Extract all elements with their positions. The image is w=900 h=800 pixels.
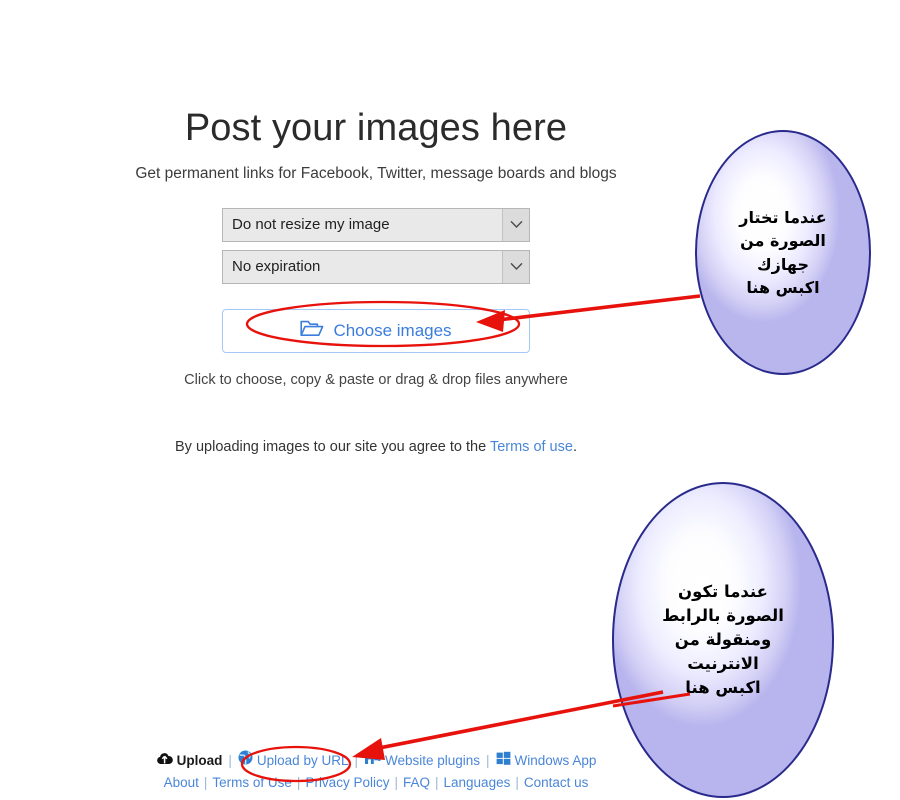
- footer-secondary-row: About | Terms of Use | Privacy Policy | …: [0, 773, 752, 793]
- windows-logo-icon: [496, 751, 511, 771]
- callout-line: عندما تكون: [678, 582, 768, 602]
- annotation-callout-top: عندما تختار الصورة من جهازك اكبس هنا: [695, 130, 871, 375]
- footer-link-about[interactable]: About: [164, 773, 199, 793]
- upload-form: Do not resize my image No expiration Cho…: [0, 207, 752, 455]
- callout-line: عندما تختار: [739, 208, 827, 228]
- chevron-down-icon[interactable]: [502, 250, 529, 283]
- footer-item-upload-by-url[interactable]: Upload by URL: [238, 750, 349, 771]
- page-root: Post your images here Get permanent link…: [0, 0, 900, 800]
- footer-primary-row: Upload | Upload by URL | Website plugins…: [0, 750, 752, 771]
- expiration-select[interactable]: No expiration: [222, 249, 530, 284]
- footer-separator: |: [228, 752, 232, 768]
- page-title: Post your images here: [184, 107, 568, 149]
- footer-separator: |: [394, 775, 398, 790]
- footer-link-privacy-policy[interactable]: Privacy Policy: [305, 773, 389, 793]
- globe-icon: [238, 750, 253, 771]
- callout-line: جهازك: [757, 254, 809, 274]
- footer-windows-app-label: Windows App: [514, 752, 597, 768]
- callout-line: الصورة بالرابط: [662, 606, 784, 626]
- terms-prefix: By uploading images to our site you agre…: [175, 438, 490, 455]
- site-footer: Upload | Upload by URL | Website plugins…: [0, 750, 752, 793]
- footer-link-contact-us[interactable]: Contact us: [524, 773, 589, 793]
- uploader-panel: Post your images here Get permanent link…: [0, 0, 752, 455]
- expiration-select-value: No expiration: [232, 258, 321, 276]
- page-subtitle: Get permanent links for Facebook, Twitte…: [135, 164, 617, 182]
- annotation-callout-bottom-text: عندما تكون الصورة بالرابط ومنقولة من الا…: [654, 580, 792, 700]
- footer-separator: |: [486, 752, 490, 768]
- callout-line: اكبس هنا: [746, 277, 820, 297]
- footer-item-upload[interactable]: Upload: [156, 751, 223, 771]
- cloud-upload-icon: [156, 751, 173, 771]
- callout-line: الصورة من: [740, 231, 826, 251]
- terms-suffix: .: [572, 438, 577, 455]
- annotation-callout-bottom: عندما تكون الصورة بالرابط ومنقولة من الا…: [612, 482, 834, 798]
- folder-open-icon: [300, 319, 324, 343]
- footer-separator: |: [515, 775, 519, 790]
- footer-upload-label: Upload: [176, 752, 223, 768]
- footer-link-languages[interactable]: Languages: [444, 773, 511, 793]
- footer-separator: |: [203, 775, 208, 790]
- terms-of-use-link[interactable]: Terms of use: [490, 439, 573, 455]
- footer-link-terms-of-use[interactable]: Terms of Use: [212, 773, 292, 793]
- choose-images-button[interactable]: Choose images: [222, 308, 530, 353]
- terms-agreement: By uploading images to our site you agre…: [175, 439, 577, 455]
- annotation-callout-top-text: عندما تختار الصورة من جهازك اكبس هنا: [731, 206, 834, 299]
- footer-separator: |: [296, 775, 301, 790]
- footer-link-faq[interactable]: FAQ: [403, 773, 430, 793]
- footer-website-plugins-label: Website plugins: [384, 752, 481, 768]
- footer-item-windows-app[interactable]: Windows App: [496, 751, 597, 771]
- callout-line: ومنقولة من: [674, 630, 772, 650]
- footer-separator: |: [354, 752, 358, 768]
- callout-line: الانترنيت: [687, 653, 759, 673]
- plugin-icon: [364, 751, 381, 771]
- callout-line: اكبس هنا: [685, 677, 761, 697]
- choose-images-label: Choose images: [333, 320, 452, 340]
- resize-select-value: Do not resize my image: [232, 216, 390, 234]
- footer-upload-by-url-label: Upload by URL: [256, 752, 349, 768]
- chevron-down-icon[interactable]: [502, 208, 529, 241]
- resize-select[interactable]: Do not resize my image: [222, 207, 530, 242]
- footer-separator: |: [435, 775, 439, 790]
- upload-hint: Click to choose, copy & paste or drag & …: [184, 371, 568, 388]
- footer-item-website-plugins[interactable]: Website plugins: [364, 751, 480, 771]
